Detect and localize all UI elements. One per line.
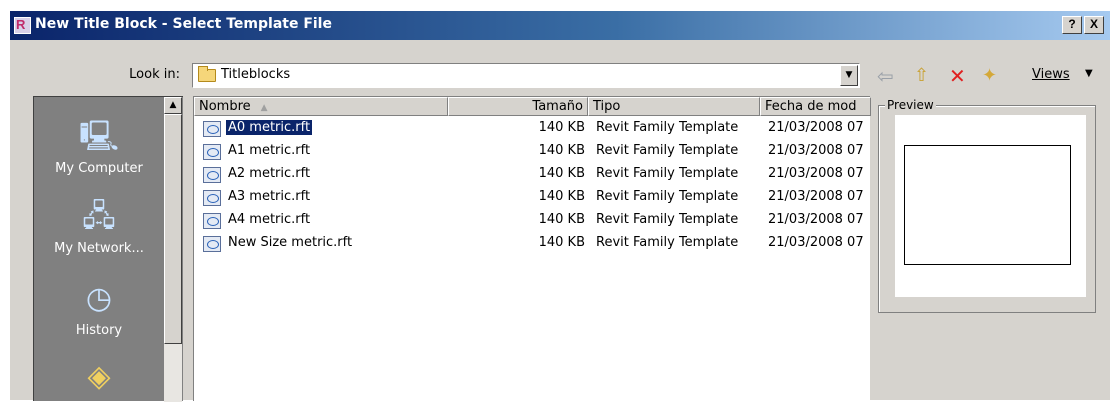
revit-template-file-icon [203, 213, 221, 229]
sort-ascending-icon: ▲ [260, 103, 268, 113]
file-size: 140 KB [538, 189, 585, 204]
file-size: 140 KB [538, 212, 585, 227]
close-button[interactable]: X [1084, 16, 1104, 34]
places-bar: 🖳 My Computer 🖧 My Network... ◷ History … [33, 96, 183, 402]
look-in-value: Titleblocks [221, 67, 291, 82]
file-date: 21/03/2008 07 [768, 189, 864, 204]
file-name: A0 metric.rft [224, 119, 314, 136]
column-header-date[interactable]: Fecha de mod [760, 97, 871, 116]
scroll-thumb[interactable] [164, 114, 182, 344]
revit-template-file-icon [203, 121, 221, 137]
place-my-network[interactable]: 🖧 My Network... [34, 199, 164, 256]
file-type: Revit Family Template [596, 143, 739, 158]
desktop-icon: ◈ [87, 359, 111, 394]
column-header-type[interactable]: Tipo [588, 97, 760, 116]
place-desktop[interactable]: ◈ [34, 359, 164, 395]
file-name: A3 metric.rft [228, 189, 311, 204]
look-in-label: Look in: [129, 67, 180, 82]
place-label: My Network... [54, 241, 144, 256]
file-size: 140 KB [538, 143, 585, 158]
file-list[interactable]: Nombre ▲ Tamaño Tipo Fecha de mod A0 metr… [193, 96, 871, 401]
column-header-size[interactable]: Tamaño [448, 97, 588, 116]
file-date: 21/03/2008 07 [768, 143, 864, 158]
window-title: New Title Block - Select Template File [35, 16, 332, 32]
place-my-computer[interactable]: 🖳 My Computer [34, 119, 164, 176]
new-folder-icon[interactable]: ✦ [982, 65, 997, 87]
place-history[interactable]: ◷ History [34, 281, 164, 338]
file-size: 140 KB [538, 166, 585, 181]
preview-thumbnail [904, 145, 1071, 265]
file-date: 21/03/2008 07 [768, 235, 864, 250]
look-in-combobox[interactable]: Titleblocks ▼ [192, 63, 860, 88]
file-date: 21/03/2008 07 [768, 166, 864, 181]
revit-template-file-icon [203, 236, 221, 252]
file-row[interactable]: A2 metric.rft 140 KB Revit Family Templa… [194, 164, 871, 187]
history-icon: ◷ [85, 281, 113, 316]
file-row[interactable]: New Size metric.rft 140 KB Revit Family … [194, 233, 871, 256]
file-name: New Size metric.rft [228, 235, 353, 250]
delete-icon[interactable]: ✕ [949, 65, 966, 87]
my-network-icon: 🖧 [82, 199, 116, 234]
place-label: History [75, 323, 123, 338]
revit-template-file-icon [203, 167, 221, 183]
place-label: My Computer [55, 161, 143, 176]
file-type: Revit Family Template [596, 120, 739, 135]
revit-template-file-icon [203, 144, 221, 160]
dropdown-arrow-icon[interactable]: ▼ [840, 65, 858, 86]
file-type: Revit Family Template [596, 166, 739, 181]
preview-label: Preview [885, 98, 936, 112]
revit-template-file-icon [203, 190, 221, 206]
file-row[interactable]: A0 metric.rft 140 KB Revit Family Templa… [194, 118, 871, 141]
views-menu-button[interactable]: Views [1032, 67, 1070, 82]
title-bar[interactable]: R New Title Block - Select Template File… [10, 11, 1110, 40]
up-folder-icon[interactable]: ⇧ [914, 65, 929, 87]
dialog-window: R New Title Block - Select Template File… [9, 10, 1110, 402]
file-date: 21/03/2008 07 [768, 120, 864, 135]
file-date: 21/03/2008 07 [768, 212, 864, 227]
file-name: A1 metric.rft [228, 143, 311, 158]
file-row[interactable]: A1 metric.rft 140 KB Revit Family Templa… [194, 141, 871, 164]
file-name: A4 metric.rft [228, 212, 311, 227]
file-size: 140 KB [538, 235, 585, 250]
column-header-label: Nombre [199, 99, 251, 114]
preview-area [895, 115, 1086, 297]
views-dropdown-icon[interactable]: ▼ [1085, 68, 1093, 79]
back-arrow-icon[interactable]: ⇦ [877, 65, 894, 87]
file-type: Revit Family Template [596, 189, 739, 204]
file-type: Revit Family Template [596, 235, 739, 250]
revit-app-icon: R [14, 17, 31, 34]
scroll-up-arrow-icon[interactable]: ▲ [164, 97, 182, 114]
folder-icon [198, 66, 216, 82]
my-computer-icon: 🖳 [78, 119, 120, 154]
column-header-name[interactable]: Nombre ▲ [194, 97, 448, 116]
help-button[interactable]: ? [1062, 16, 1082, 34]
places-scrollbar[interactable]: ▲ [164, 97, 182, 402]
file-size: 140 KB [538, 120, 585, 135]
file-row[interactable]: A4 metric.rft 140 KB Revit Family Templa… [194, 210, 871, 233]
file-name: A2 metric.rft [228, 166, 311, 181]
file-type: Revit Family Template [596, 212, 739, 227]
file-row[interactable]: A3 metric.rft 140 KB Revit Family Templa… [194, 187, 871, 210]
